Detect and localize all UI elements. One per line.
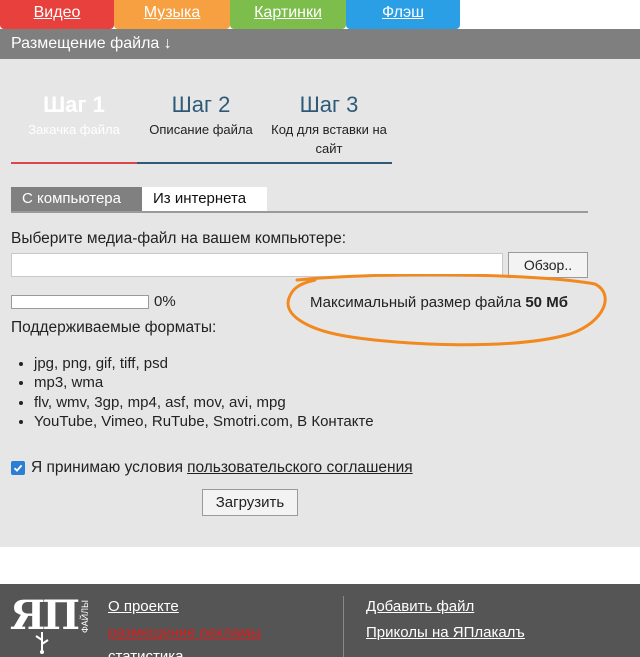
browse-button[interactable]: Обзор.. [508,252,588,278]
upload-button[interactable]: Загрузить [202,489,298,516]
footer-link-add-file[interactable]: Добавить файл [366,598,474,615]
step-1-title: Шаг 1 [43,92,105,117]
footer-link-jokes[interactable]: Приколы на ЯПлакалъ [366,624,525,641]
terms-checkbox[interactable] [11,461,25,475]
tab-from-internet[interactable]: Из интернета [142,187,267,211]
site-logo[interactable]: ЯП ФАЙЛЫ [10,592,100,657]
list-item: mp3, wma [34,373,374,392]
footer: ЯП ФАЙЛЫ О проекте размещение рекламы ст… [0,584,640,657]
step-1: Шаг 1 Закачка файла [18,92,130,139]
list-item: YouTube, Vimeo, RuTube, Smotri.com, В Ко… [34,412,374,431]
footer-divider [343,596,344,657]
upload-panel: Шаг 1 Закачка файла Шаг 2 Описание файла… [0,59,640,547]
list-item: flv, wmv, 3gp, mp4, asf, mov, avi, mpg [34,393,374,412]
footer-link-advertising[interactable]: размещение рекламы [108,624,261,641]
file-prompt-label: Выберите медиа-файл на вашем компьютере: [11,230,346,247]
formats-label: Поддерживаемые форматы: [11,319,217,336]
list-item: jpg, png, gif, tiff, psd [34,354,374,373]
step-3-subtitle: Код для вставки на сайт [271,122,387,156]
max-size-label: Максимальный размер файла [310,294,522,311]
tab-from-computer[interactable]: С компьютера [11,187,142,211]
max-size-value: 50 Мб [525,294,568,311]
step-3-title: Шаг 3 [299,92,359,117]
max-file-size: Максимальный размер файла 50 Мб [310,294,568,311]
terms-agreement: Я принимаю условия пользовательского сог… [11,459,413,477]
highlight-annotation [286,274,607,347]
upload-progress-bar [11,295,149,309]
tab-pictures[interactable]: Картинки [230,0,346,29]
step-1-subtitle: Закачка файла [28,122,120,137]
terms-text: Я принимаю условия [31,459,184,476]
step-2-3-indicator [137,162,392,164]
page-title: Размещение файла ↓ [0,29,640,59]
upload-progress-text: 0% [154,293,176,310]
tab-flash[interactable]: Флэш [346,0,460,29]
tab-video[interactable]: Видео [0,0,114,29]
logo-side-text: ФАЙЛЫ [80,600,90,633]
step-2-title: Шаг 2 [171,92,231,117]
footer-link-about[interactable]: О проекте [108,598,179,615]
footer-link-statistics[interactable]: статистика [108,648,183,657]
top-category-tabs: Видео Музыка Картинки Флэш [0,0,640,29]
checkmark-icon [13,464,23,472]
usb-icon [35,632,49,654]
step-1-indicator [11,162,137,164]
step-2: Шаг 2 Описание файла [138,92,264,139]
terms-link[interactable]: пользовательского соглашения [187,459,413,477]
tab-music[interactable]: Музыка [114,0,230,29]
step-3: Шаг 3 Код для вставки на сайт [266,92,392,158]
formats-list: jpg, png, gif, tiff, psd mp3, wma flv, w… [34,354,374,431]
source-tabs-underline [11,211,588,213]
file-path-field[interactable] [11,253,503,277]
step-2-subtitle: Описание файла [149,122,253,137]
